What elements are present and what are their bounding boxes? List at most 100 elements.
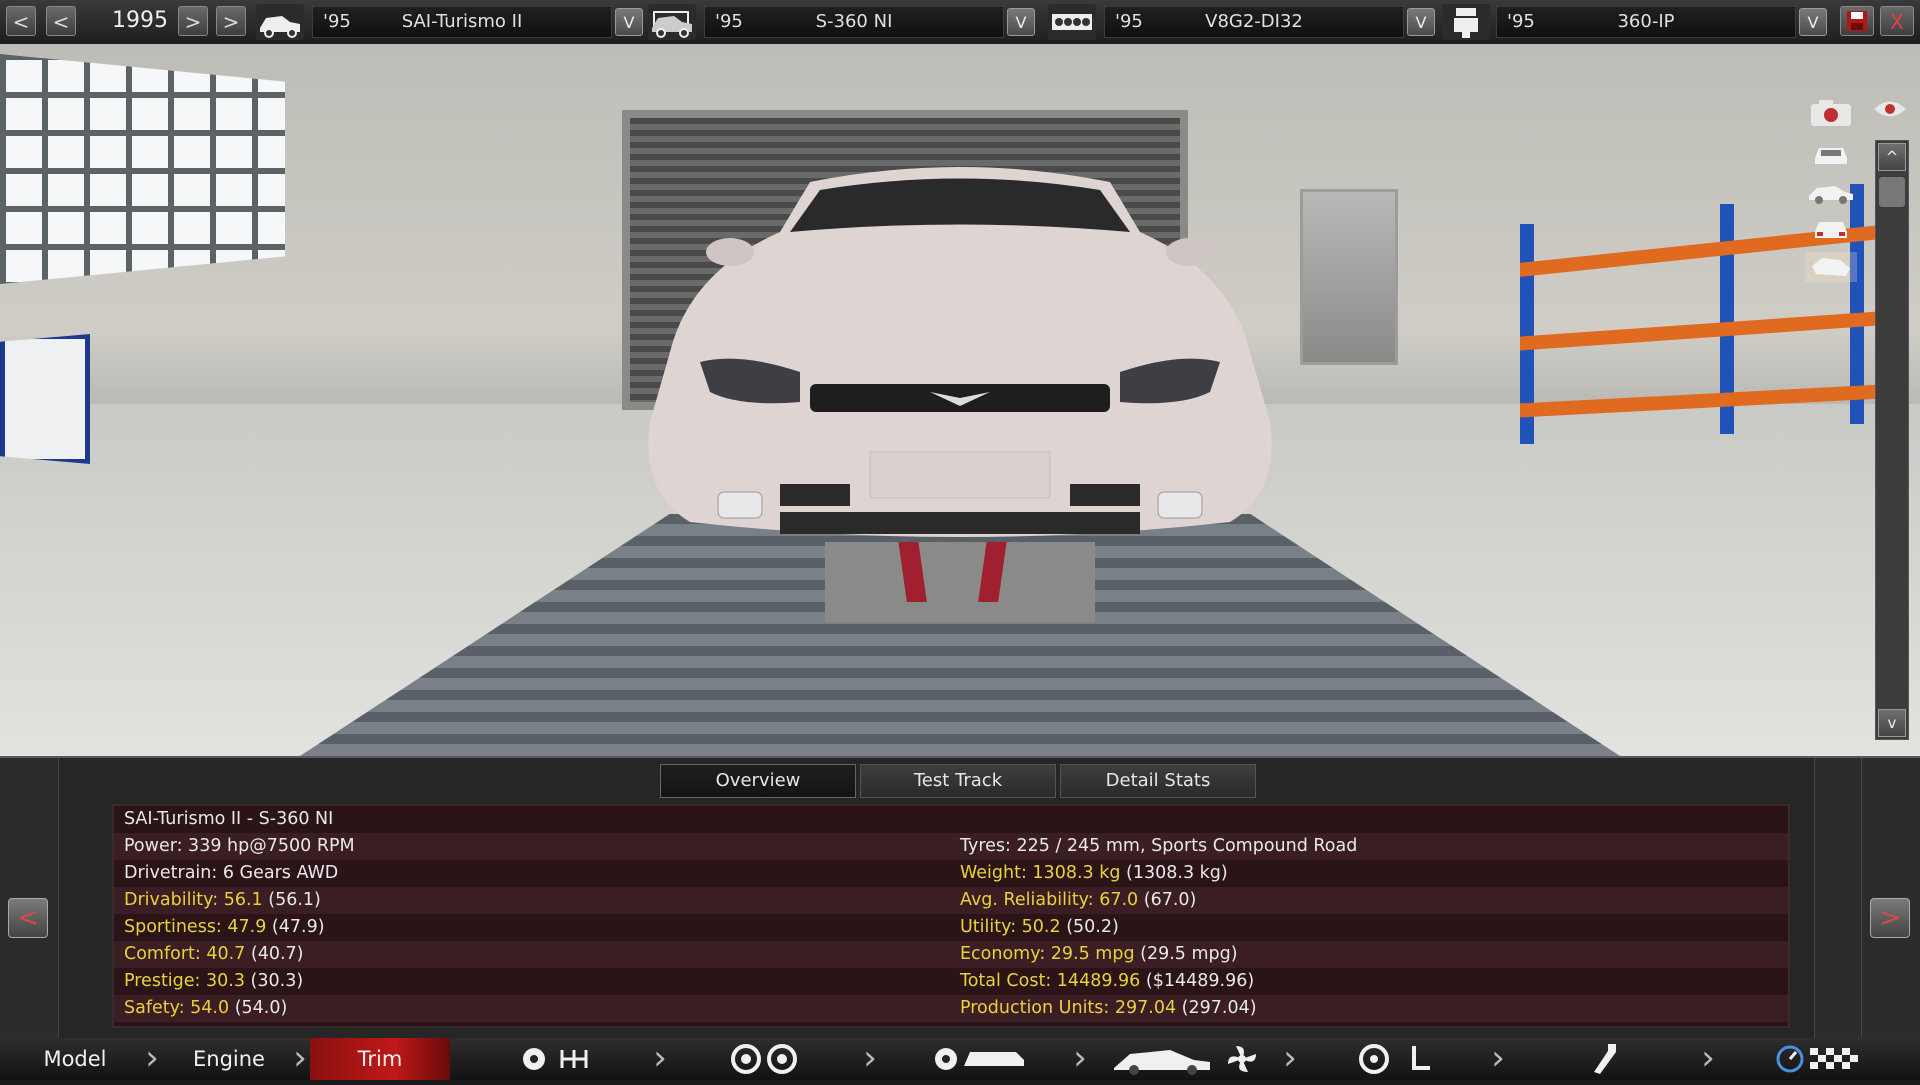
close-button[interactable]: X [1880,6,1914,36]
stats-row: Safety: 54.0 (54.0) Production Units: 29… [114,995,1788,1022]
camera-icon[interactable] [1805,98,1857,128]
panel-right-column [1814,758,1862,1040]
eye-icon[interactable] [1870,98,1910,128]
stat-economy: Economy: 29.5 mpg [960,944,1135,964]
stat-weight: Weight: 1308.3 kg [960,863,1121,883]
chevron-right-icon: › [1283,1038,1297,1078]
nav-finish-icon[interactable] [1766,1042,1876,1076]
stats-row: Sportiness: 47.9 (47.9) Utility: 50.2 (5… [114,914,1788,941]
scroll-down-button[interactable]: v [1878,709,1906,737]
stat-total-cost-base: ($14489.96) [1140,971,1255,991]
chevron-right-icon: › [1073,1038,1087,1078]
stat-utility-base: (50.2) [1060,917,1119,937]
nav-wheels-icon[interactable] [724,1042,814,1076]
garage-locker [1300,189,1398,365]
trim-dropdown-button[interactable]: V [1007,8,1035,36]
stats-row: Comfort: 40.7 (40.7) Economy: 29.5 mpg (… [114,941,1788,968]
engine-trim-name: 360-IP [1617,11,1675,32]
engine-dropdown-button[interactable]: V [1407,8,1435,36]
top-toolbar: < < 1995 > > '95 SAI-Turismo II V '95 S-… [0,0,1920,45]
engine-field[interactable]: '95 V8G2-DI32 [1104,6,1404,38]
stat-tyres: Tyres: 225 / 245 mm, Sports Compound Roa… [960,836,1358,856]
year-next-button[interactable]: > [178,6,208,36]
scroll-thumb[interactable] [1879,177,1905,207]
garage-cabinet [0,334,90,464]
nav-interior-icon[interactable] [1350,1042,1450,1076]
stats-panel: Overview Test Track Detail Stats SAI-Tur… [0,756,1920,1040]
save-icon[interactable] [1840,6,1874,36]
tab-test-track[interactable]: Test Track [860,764,1056,798]
chevron-right-icon: › [1491,1038,1505,1078]
stat-power: Power: 339 hp@7500 RPM [124,836,355,856]
stat-total-cost: Total Cost: 14489.96 [960,971,1141,991]
nav-engine[interactable]: Engine [164,1038,294,1080]
stats-row: Drivetrain: 6 Gears AWD Weight: 1308.3 k… [114,860,1788,887]
stat-economy-base: (29.5 mpg) [1134,944,1238,964]
stats-row: Prestige: 30.3 (30.3) Total Cost: 14489.… [114,968,1788,995]
year-display: 1995 [112,8,168,33]
nav-trim[interactable]: Trim [310,1038,450,1080]
nav-testing-icon[interactable] [1580,1042,1630,1076]
car-title: SAI-Turismo II - S-360 NI [124,809,334,829]
garage-window [0,54,285,284]
tab-overview[interactable]: Overview [660,764,856,798]
next-car-button[interactable]: > [1870,898,1910,938]
stat-weight-base: (1308.3 kg) [1120,863,1228,883]
trim-name: S-360 NI [815,11,893,32]
stat-comfort-base: (40.7) [245,944,304,964]
chevron-right-icon: › [653,1038,667,1078]
model-car-icon [256,4,304,40]
bottom-nav: Model › Engine › Trim › › › › › › [0,1038,1920,1080]
stats-table: SAI-Turismo II - S-360 NI Power: 339 hp@… [112,804,1790,1028]
year-next-far-button[interactable]: > [216,6,246,36]
nav-model[interactable]: Model [0,1038,150,1080]
piston-icon [1442,4,1490,40]
stat-prestige-base: (30.3) [244,971,304,991]
model-field[interactable]: '95 SAI-Turismo II [312,6,612,38]
engine-name: V8G2-DI32 [1205,11,1303,32]
stat-prestige: Prestige: 30.3 [124,971,245,991]
stat-production-units: Production Units: 297.04 [960,998,1177,1018]
stats-row: Drivability: 56.1 (56.1) Avg. Reliabilit… [114,887,1788,914]
year-prev-far-button[interactable]: < [6,6,36,36]
engine-block-icon [1048,4,1096,40]
chevron-right-icon: › [1701,1038,1715,1078]
stats-row: Power: 339 hp@7500 RPM Tyres: 225 / 245 … [114,833,1788,860]
stat-production-units-base: (297.04) [1176,998,1257,1018]
front-view-icon[interactable] [1805,140,1857,170]
model-name: SAI-Turismo II [401,11,523,32]
trim-body-icon [648,4,696,40]
year-prev-button[interactable]: < [46,6,76,36]
angle-view-icon[interactable] [1805,252,1857,282]
side-view-icon[interactable] [1805,178,1857,208]
trim-field[interactable]: '95 S-360 NI [704,6,1004,38]
model-dropdown-button[interactable]: V [615,8,643,36]
engine-trim-dropdown-button[interactable]: V [1799,8,1827,36]
stat-drivetrain: Drivetrain: 6 Gears AWD [124,863,339,883]
nav-aero-icon[interactable] [1110,1042,1260,1076]
stat-drivability: Drivability: 56.1 [124,890,263,910]
stat-comfort: Comfort: 40.7 [124,944,246,964]
stat-drivability-base: (56.1) [262,890,321,910]
nav-suspension-icon[interactable] [930,1042,1030,1076]
stat-safety-base: (54.0) [229,998,288,1018]
chevron-right-icon: › [145,1038,159,1078]
nav-gearbox-icon[interactable] [518,1042,618,1076]
stat-utility: Utility: 50.2 [960,917,1061,937]
car-model [648,167,1272,622]
stat-reliability-base: (67.0) [1138,890,1197,910]
stat-safety: Safety: 54.0 [124,998,230,1018]
tab-detail-stats[interactable]: Detail Stats [1060,764,1256,798]
chevron-right-icon: › [293,1038,307,1078]
camera-view-strip [1805,94,1865,304]
stat-sportiness-base: (47.9) [266,917,325,937]
stat-sportiness: Sportiness: 47.9 [124,917,267,937]
engine-trim-field[interactable]: '95 360-IP [1496,6,1796,38]
stat-reliability: Avg. Reliability: 67.0 [960,890,1139,910]
rear-view-icon[interactable] [1805,214,1857,244]
stats-row: SAI-Turismo II - S-360 NI [114,806,1788,833]
scroll-up-button[interactable]: ^ [1878,143,1906,171]
car-3d-viewport[interactable]: ^ v [0,44,1920,756]
previous-car-button[interactable]: < [8,898,48,938]
view-scrollbar[interactable]: ^ v [1875,140,1909,740]
